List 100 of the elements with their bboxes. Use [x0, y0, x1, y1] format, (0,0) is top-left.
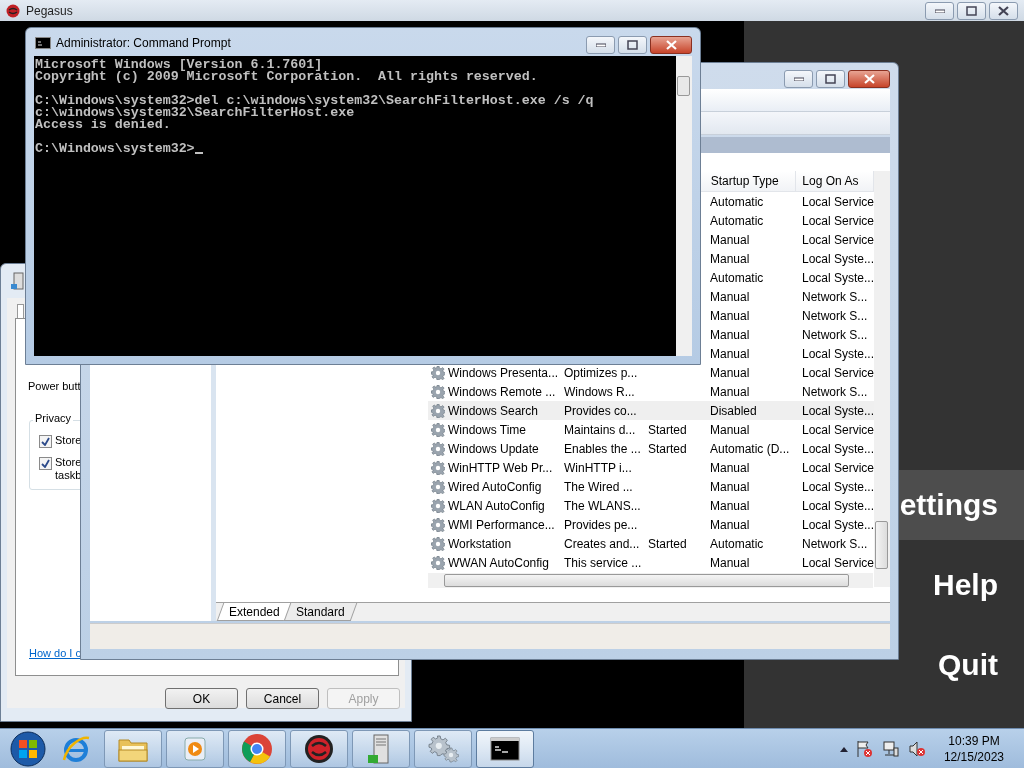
view-tab[interactable]: Standard [283, 603, 357, 621]
clock-time[interactable]: 10:39 PM [948, 732, 1000, 749]
service-name: Workstation [448, 536, 512, 551]
table-cell: Local Service [802, 422, 875, 437]
console-icon [35, 37, 51, 49]
service-gear-icon [431, 460, 445, 475]
table-cell: Automatic (D... [710, 441, 790, 456]
pegasus-logo-icon [6, 3, 20, 18]
service-gear-icon [431, 422, 445, 437]
pegasus-icon [304, 733, 334, 764]
selected-row[interactable]: Windows Search Provides co... Disabled Local Syste... [428, 401, 874, 420]
restore-button[interactable] [957, 1, 986, 20]
table-cell: Automatic [710, 213, 764, 228]
close-button[interactable] [650, 36, 692, 54]
close-button[interactable] [989, 1, 1018, 20]
service-gear-icon [431, 441, 445, 456]
checkbox[interactable] [39, 457, 52, 470]
table-cell: Provides pe... [564, 517, 638, 532]
table-cell: Local Syste... [802, 441, 875, 456]
service-name: Windows Time [448, 422, 527, 437]
table-cell: Local Syste... [802, 270, 875, 285]
maximize-icon [825, 74, 836, 84]
help-link[interactable]: How do I c [29, 647, 81, 659]
column-header[interactable]: Startup Type [704, 171, 797, 191]
table-cell: Manual [710, 517, 750, 532]
restore-icon [966, 5, 977, 16]
table-cell: The WLANS... [564, 498, 641, 513]
dialog-button[interactable]: OK [165, 688, 238, 709]
table-cell: Automatic [710, 194, 764, 209]
table-cell: Local Service [802, 460, 875, 475]
table-cell: Network S... [802, 308, 868, 323]
close-icon [998, 5, 1009, 16]
table-cell: Network S... [802, 289, 868, 304]
show-hidden-icons-button[interactable] [839, 745, 848, 752]
service-name: Windows Remote ... [448, 384, 556, 399]
table-cell: Manual [710, 384, 750, 399]
table-cell: Local Service [802, 555, 875, 570]
table-cell: Local Syste... [802, 517, 875, 532]
menu-item[interactable]: ettings [898, 470, 1024, 540]
network-icon[interactable] [881, 739, 900, 758]
taskbar-button[interactable] [476, 729, 534, 768]
table-cell: This service ... [564, 555, 642, 570]
vertical-scrollbar[interactable] [874, 171, 890, 587]
table-cell: Automatic [710, 270, 764, 285]
table-cell: Manual [710, 460, 750, 475]
start-button[interactable] [8, 728, 48, 768]
minimize-button[interactable] [925, 1, 954, 20]
table-cell: Local Syste... [802, 251, 875, 266]
service-name: WWAN AutoConfig [448, 555, 549, 570]
console-output: Microsoft Windows [Version 6.1.7601] Copyright (c) 2009 Microsoft Corporation. All rights reserved. C:\Windows\system32>del c:\windows\system32\SearchFilterHost.exe /s /q c:\windows\system32\SearchFilterHost.exe Access is denied. C:\Windows\system32> [34, 56, 676, 356]
dialog-tab[interactable] [17, 304, 24, 319]
close-button[interactable] [848, 70, 890, 88]
table-cell: Manual [710, 346, 750, 361]
menu-item[interactable]: Help [898, 550, 1024, 620]
service-gear-icon [431, 384, 445, 399]
table-cell: Started [648, 422, 687, 437]
horizontal-scrollbar[interactable] [428, 573, 873, 588]
service-gear-icon [431, 365, 445, 380]
maximize-button[interactable] [618, 36, 647, 54]
maximize-button[interactable] [816, 70, 845, 88]
table-cell: Manual [710, 422, 750, 437]
table-cell: Local Service [802, 194, 875, 209]
speaker-muted-icon[interactable] [907, 739, 926, 758]
service-gear-icon [431, 536, 445, 551]
taskbar-button[interactable] [290, 729, 348, 768]
table-cell: Started [648, 536, 687, 551]
table-cell: Local Service [802, 232, 875, 247]
minimize-icon [934, 8, 945, 13]
table-cell: Local Service [802, 213, 875, 228]
view-tab[interactable]: Extended [216, 603, 292, 621]
checkbox[interactable] [39, 435, 52, 448]
service-name: WLAN AutoConfig [448, 498, 545, 513]
checkbox-label: Store [55, 434, 82, 447]
dialog-button[interactable]: Cancel [246, 688, 319, 709]
service-gear-icon [431, 479, 445, 494]
table-cell: Network S... [802, 384, 868, 399]
table-cell: Automatic [710, 536, 764, 551]
table-cell: Manual [710, 498, 750, 513]
table-cell: Windows R... [564, 384, 635, 399]
maximize-icon [627, 40, 638, 50]
flag-icon[interactable] [855, 739, 874, 758]
table-cell: Local Syste... [802, 403, 875, 418]
minimize-icon [595, 43, 606, 47]
table-cell: Optimizes p... [564, 365, 638, 380]
clock-date[interactable]: 12/15/2023 [943, 748, 1004, 765]
menu-item[interactable]: Quit [898, 630, 1024, 700]
media-player-icon [182, 735, 208, 762]
table-cell: Started [648, 441, 687, 456]
table-cell: Manual [710, 232, 750, 247]
service-name: Wired AutoConfig [448, 479, 542, 494]
service-gear-icon [431, 403, 445, 418]
minimize-button[interactable] [586, 36, 615, 54]
table-cell: Local Syste... [802, 346, 875, 361]
service-name: WMI Performance... [448, 517, 555, 532]
group-label: Privacy [33, 412, 74, 425]
vertical-scrollbar[interactable] [676, 56, 692, 356]
service-gear-icon [431, 555, 445, 570]
table-cell: Provides co... [564, 403, 637, 418]
minimize-button[interactable] [784, 70, 813, 88]
table-cell: The Wired ... [564, 479, 633, 494]
